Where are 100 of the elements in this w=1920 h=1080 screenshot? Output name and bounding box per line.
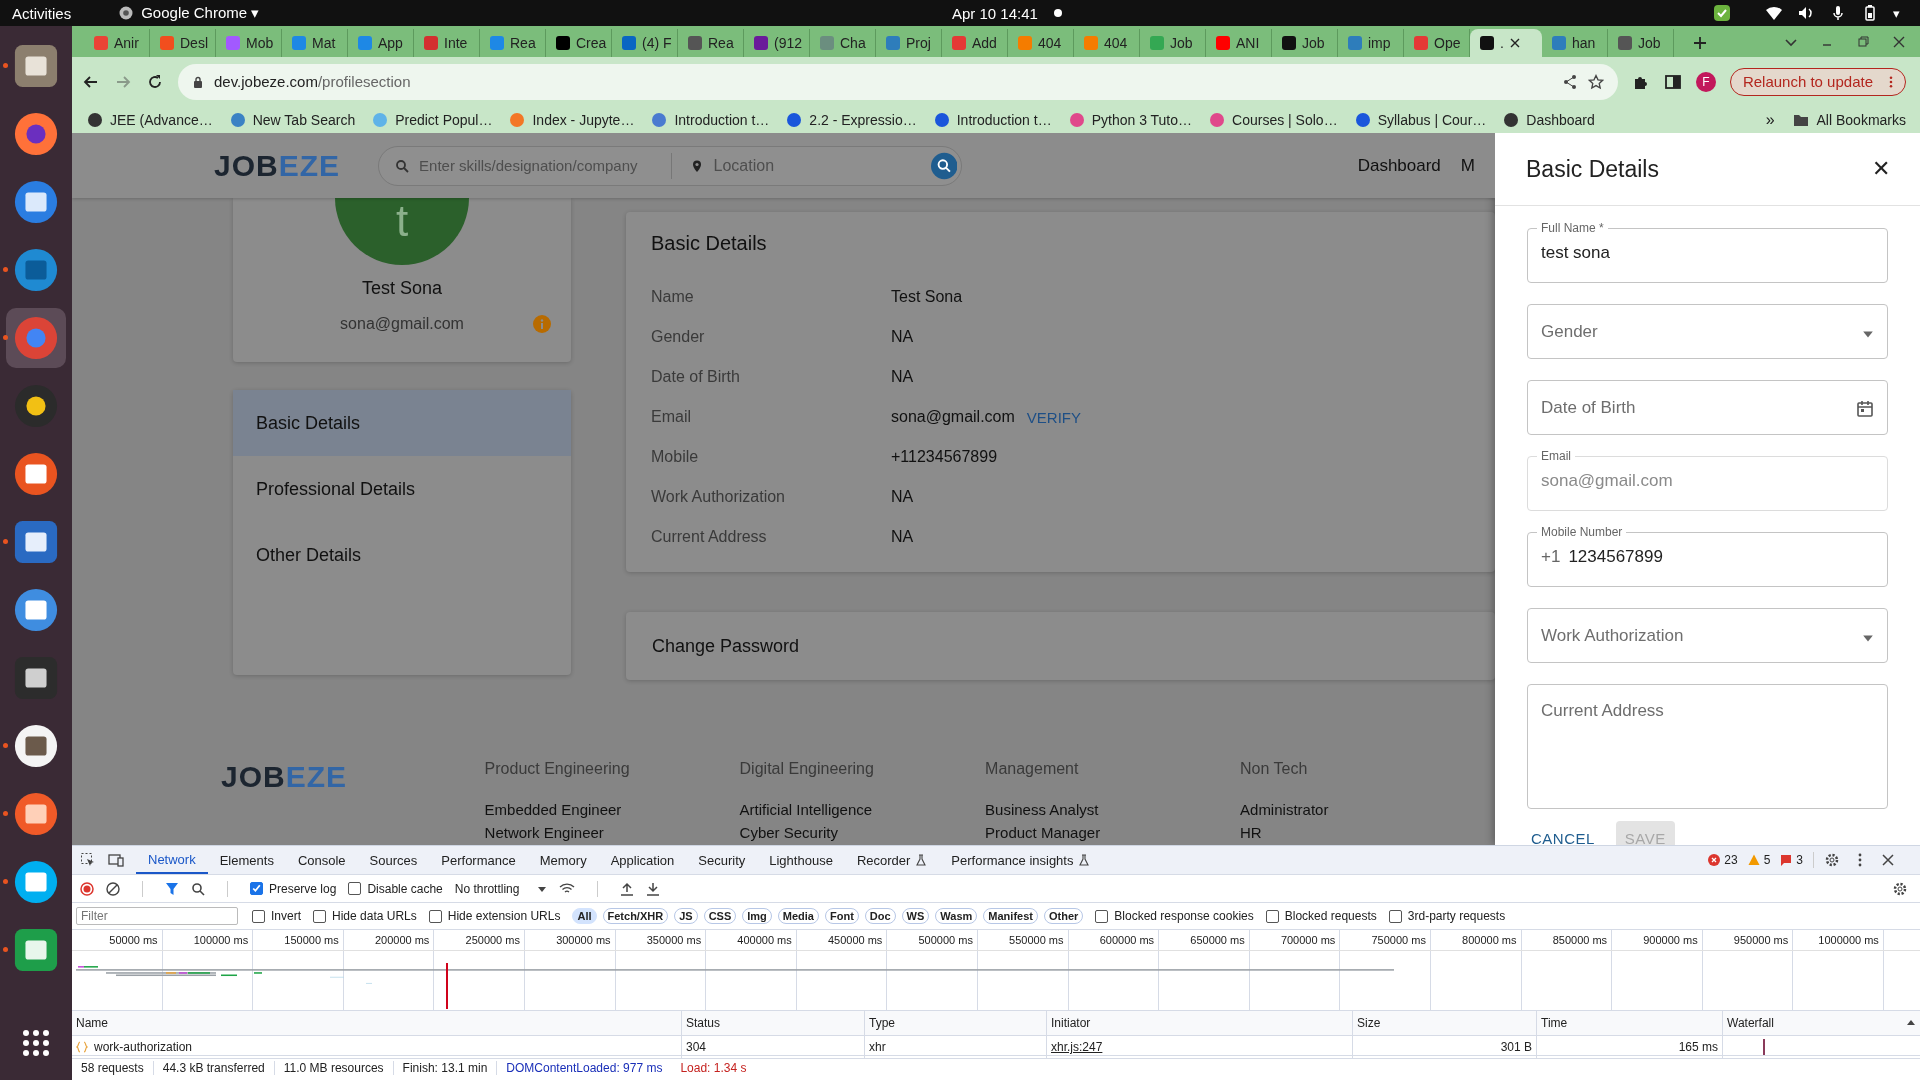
nav-link[interactable]: M [1460,155,1475,176]
app-menu[interactable]: Google Chrome ▾ [119,4,260,22]
cancel-button[interactable]: CANCEL [1522,821,1604,845]
download-icon[interactable] [646,881,661,896]
menu-item[interactable]: Professional Details [233,456,571,522]
date-field[interactable]: Date of Birth [1527,380,1888,435]
footer-link[interactable]: HR [1240,824,1495,841]
select-field[interactable]: Gender [1527,304,1888,359]
all-bookmarks-button[interactable]: All Bookmarks [1792,111,1906,128]
warning-count[interactable]: 5 [1747,853,1771,867]
checkbox[interactable]: 3rd-party requests [1388,909,1506,923]
table-cell[interactable]: work-authorization [94,1040,193,1054]
settings-icon[interactable] [1824,852,1840,868]
column-header[interactable]: Type [865,1011,1047,1035]
reload-icon[interactable] [146,72,164,91]
wifi-icon[interactable] [1765,4,1783,22]
textarea-field[interactable]: Current Address [1527,684,1888,809]
devtools-tab[interactable]: Elements [207,846,286,874]
devtools-tab[interactable]: Application [598,846,687,874]
record-icon[interactable] [80,881,94,896]
devtools-tab[interactable]: Security [686,846,758,874]
bookmark[interactable]: 2.2 - Expressio… [787,111,917,128]
devtools-tab[interactable]: Network [136,846,208,874]
bookmark[interactable]: Introduction t… [652,111,770,128]
clear-icon[interactable] [106,881,120,896]
logo[interactable]: JOBEZE [214,148,341,183]
relaunch-button[interactable]: Relaunch to update [1729,67,1906,96]
checkbox[interactable]: Blocked requests [1265,909,1377,923]
nav-link[interactable]: Dashboard [1357,155,1441,176]
browser-tab[interactable]: . [1470,29,1542,57]
devtools-tab[interactable]: Console [285,846,358,874]
bookmark[interactable]: Python 3 Tuto… [1069,111,1193,128]
bookmark[interactable]: New Tab Search [230,111,356,128]
checkbox[interactable]: Preserve log [250,881,337,896]
footer-link[interactable]: Administrator [1240,801,1495,818]
clock[interactable]: Apr 10 14:41 [952,4,1038,22]
column-header[interactable]: Time [1537,1011,1723,1035]
calendar-icon[interactable] [1856,399,1874,418]
devtools-tab[interactable]: Sources [357,846,430,874]
close-icon[interactable] [1509,38,1520,48]
device-toolbar-icon[interactable] [108,852,124,868]
bookmark[interactable]: Dashboard [1504,111,1595,128]
location-field[interactable]: Location [711,155,923,176]
column-header[interactable]: Name [72,1011,682,1035]
skills-search-field[interactable]: Enter skills/designation/company [417,156,653,175]
devtools-tab[interactable]: Performance [429,846,528,874]
issue-count[interactable]: 3 [1780,853,1803,867]
close-icon[interactable] [1880,852,1896,868]
checkbox[interactable]: Invert [252,909,301,923]
column-header[interactable]: Status [682,1011,865,1035]
column-header[interactable]: Initiator [1047,1011,1353,1035]
system-menu-caret[interactable]: ▾ [1893,5,1900,21]
checkbox[interactable]: Hide data URLs [313,909,417,923]
close-icon[interactable] [1892,35,1906,49]
more-bookmarks-button[interactable]: » [1765,110,1775,129]
menu-item[interactable]: Basic Details [233,390,571,456]
new-tab-icon[interactable] [1692,35,1708,51]
restore-icon[interactable] [1856,35,1870,49]
bookmark[interactable]: JEE (Advance… [88,111,213,128]
share-icon[interactable] [1561,73,1578,90]
activities-button[interactable]: Activities [12,4,72,22]
profile-avatar[interactable]: F [1695,71,1716,92]
search-icon[interactable] [191,881,205,896]
devtools-tab[interactable]: Lighthouse [757,846,845,874]
column-header[interactable]: Size [1353,1011,1537,1035]
settings-icon[interactable] [1892,880,1908,897]
side-panel-icon[interactable] [1663,72,1682,91]
footer-link[interactable]: Embedded Engineer [484,801,740,818]
bookmark[interactable]: Courses | Solo… [1210,111,1338,128]
footer-link[interactable]: Cyber Security [739,824,986,841]
type-filter-chip[interactable]: All [572,908,597,924]
logo[interactable]: JOBEZE [221,760,485,845]
menu-item[interactable]: Other Details [233,522,571,588]
bookmark[interactable]: Introduction t… [934,111,1052,128]
checkbox[interactable]: Blocked response cookies [1095,909,1254,923]
address-field[interactable]: dev.jobeze.com/profilesection [178,63,1618,100]
upload-icon[interactable] [620,881,635,896]
throttling-dropdown[interactable]: No throttling [454,881,548,896]
app-grid-icon[interactable] [21,1028,51,1058]
close-button[interactable]: ✕ [1872,156,1890,182]
devtools-tab[interactable]: Recorder [844,846,940,874]
search-button-icon[interactable] [930,150,958,181]
input-field[interactable]: Mobile Number +1 1234567899 [1527,525,1888,587]
devtools-tab[interactable]: Memory [527,846,599,874]
bookmark[interactable]: Predict Popul… [373,111,493,128]
filter-field[interactable]: Filter [76,907,238,925]
initiator-link[interactable]: xhr.js:247 [1051,1040,1103,1054]
bookmark[interactable]: Syllabus | Cour… [1355,111,1487,128]
change-password-card[interactable]: Change Password [626,612,1495,680]
filter-icon[interactable] [165,881,179,896]
bookmark[interactable]: Index - Jupyte… [510,111,635,128]
checkbox[interactable]: Hide extension URLs [428,909,561,923]
column-header[interactable]: Waterfall [1723,1011,1920,1035]
footer-link[interactable]: Artificial Intelligence [739,801,986,818]
checkbox[interactable]: Disable cache [348,881,443,896]
shield-check-icon[interactable] [1713,4,1731,22]
inspect-element-icon[interactable] [80,852,96,868]
star-icon[interactable] [1587,73,1604,90]
select-field[interactable]: Work Authorization [1527,608,1888,663]
error-count[interactable]: 23 [1708,853,1738,867]
